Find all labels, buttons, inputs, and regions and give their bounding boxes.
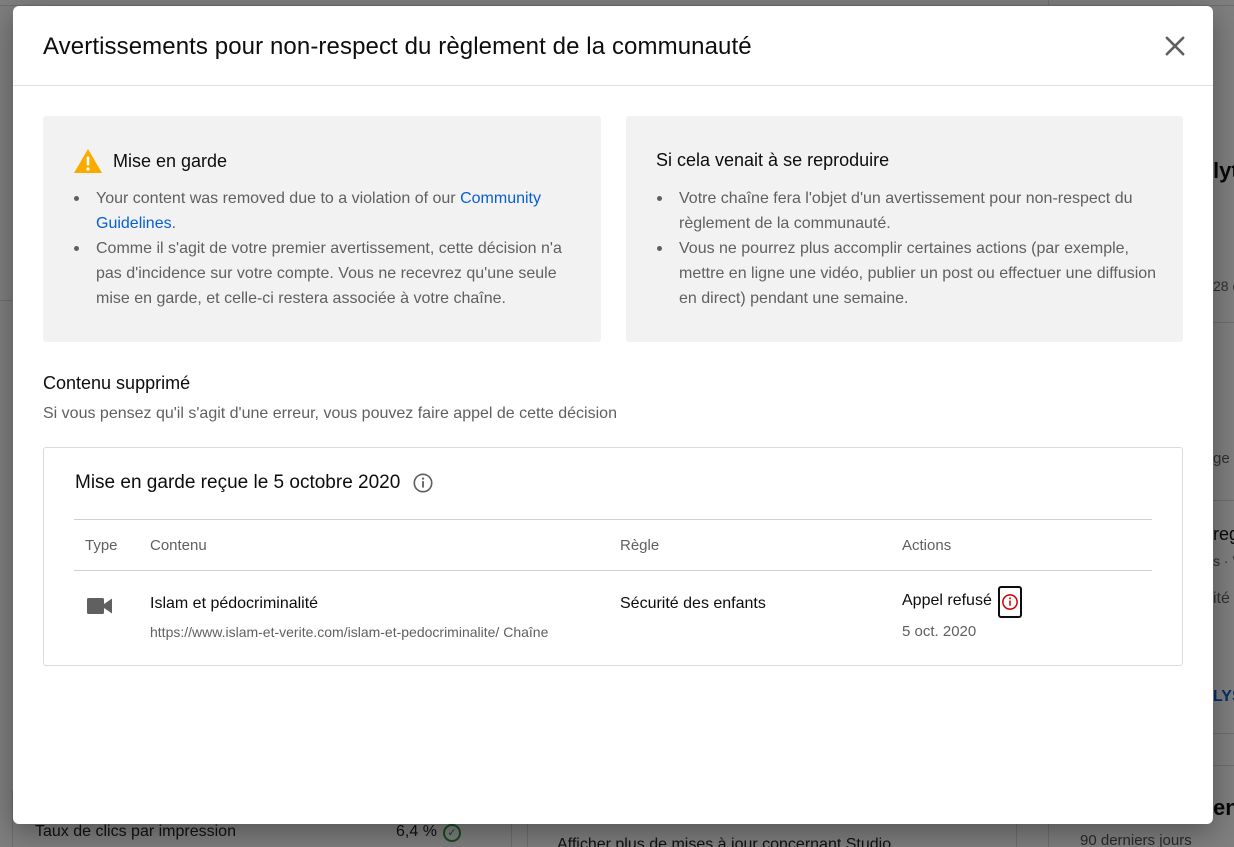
- appeal-info-button[interactable]: [998, 586, 1022, 618]
- strike-heading-text: Mise en garde reçue le 5 octobre 2020: [75, 472, 401, 493]
- warning-panel-title: Mise en garde: [113, 150, 228, 171]
- warning-panel-heading: Mise en garde: [73, 148, 227, 174]
- appeal-status: Appel refusé: [902, 592, 992, 609]
- table-header: Type Contenu Règle Actions: [74, 519, 1152, 571]
- repeat-panel-list: Votre chaîne fera l'objet d'un avertisse…: [656, 186, 1161, 311]
- column-header-actions: Actions: [902, 537, 952, 554]
- appeal-date: 5 oct. 2020: [902, 623, 977, 640]
- column-header-content: Contenu: [150, 537, 207, 554]
- close-button[interactable]: [1161, 32, 1189, 60]
- warning-panel: Mise en garde Your content was removed d…: [43, 116, 601, 342]
- list-item: Votre chaîne fera l'objet d'un avertisse…: [656, 186, 1161, 236]
- strikes-dialog: Avertissements pour non-respect du règle…: [13, 6, 1213, 824]
- repeat-panel-heading: Si cela venait à se reproduire: [656, 150, 890, 170]
- rule-value: Sécurité des enfants: [620, 595, 766, 612]
- list-item-text: .: [171, 215, 177, 232]
- info-icon[interactable]: [412, 472, 434, 494]
- warning-panel-list: Your content was removed due to a violat…: [73, 186, 578, 311]
- removed-content-subtitle: Si vous pensez qu'il s'agit d'une erreur…: [43, 405, 617, 422]
- column-header-rule: Règle: [620, 537, 660, 554]
- dialog-header: Avertissements pour non-respect du règle…: [13, 6, 1213, 86]
- content-title-link[interactable]: Islam et pédocriminalité: [150, 595, 318, 613]
- repeat-consequences-panel: Si cela venait à se reproduire Votre cha…: [626, 116, 1183, 342]
- error-info-icon: [1002, 594, 1018, 610]
- warning-icon: [74, 149, 102, 173]
- list-item: Your content was removed due to a violat…: [73, 186, 578, 236]
- close-icon: [1165, 36, 1185, 56]
- list-item: Vous ne pourrez plus accomplir certaines…: [656, 236, 1161, 311]
- video-camera-icon: [87, 598, 112, 614]
- column-header-type: Type: [85, 537, 118, 554]
- table-row: Islam et pédocriminalité https://www.isl…: [74, 571, 1152, 651]
- strike-card: Mise en garde reçue le 5 octobre 2020 Ty…: [43, 447, 1183, 666]
- list-item: Comme il s'agit de votre premier avertis…: [73, 236, 578, 311]
- strike-table: Type Contenu Règle Actions Islam et pédo…: [74, 519, 1152, 651]
- list-item-text: Your content was removed due to a violat…: [96, 190, 461, 207]
- dialog-title: Avertissements pour non-respect du règle…: [43, 33, 752, 60]
- content-url: https://www.islam-et-verite.com/islam-et…: [150, 624, 549, 640]
- removed-content-title: Contenu supprimé: [43, 373, 191, 393]
- strike-heading: Mise en garde reçue le 5 octobre 2020: [75, 472, 434, 494]
